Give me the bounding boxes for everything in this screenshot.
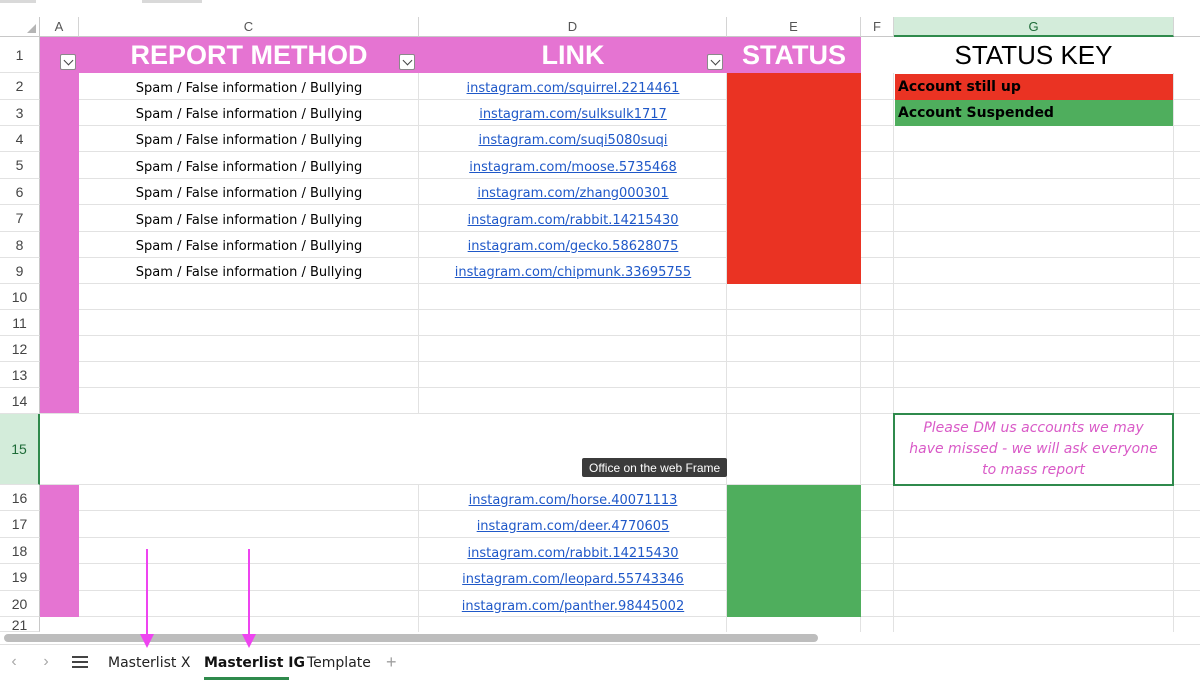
status-cells-suspended[interactable] [727,485,861,617]
header-report-method: REPORT METHOD [130,39,368,70]
active-tab-indicator [204,677,289,680]
row-header-2[interactable]: 2 [0,73,40,100]
filter-dropdown-icon[interactable] [399,54,415,70]
tab-masterlist-x[interactable]: Masterlist X [108,650,190,676]
report-method-cell[interactable]: Spam / False information / Bullying [79,101,419,127]
column-a-band-bottom [40,485,79,617]
note-text: Please DM us accounts we may have missed… [909,420,1158,478]
annotation-arrowhead [242,634,256,648]
horizontal-scrollbar-thumb[interactable] [4,634,818,642]
report-method-cell[interactable]: Spam / False information / Bullying [79,180,419,206]
link-cell[interactable]: instagram.com/suqi5080suqi [419,127,727,153]
header-status: STATUS [742,39,846,70]
status-key-still-up[interactable]: Account still up [895,74,1173,100]
link-cell[interactable]: instagram.com/squirrel.2214461 [419,75,727,101]
row-header-14[interactable]: 14 [0,388,40,414]
row-header-17[interactable]: 17 [0,511,40,538]
row-header-1[interactable]: 1 [0,37,40,73]
header-link: LINK [541,39,605,70]
report-method-cell[interactable]: Spam / False information / Bullying [79,154,419,180]
report-method-cell[interactable]: Spam / False information / Bullying [79,127,419,153]
row-header-21[interactable]: 21 [0,617,40,632]
link-cell[interactable]: instagram.com/horse.40071113 [419,487,727,513]
filter-dropdown-icon[interactable] [60,54,76,70]
row-header-18[interactable]: 18 [0,538,40,564]
link-cell[interactable]: instagram.com/deer.4770605 [419,513,727,539]
row-header-10[interactable]: 10 [0,284,40,310]
tab-template[interactable]: Template [307,650,371,676]
spreadsheet-grid[interactable]: A C D E F G 1 2 3 4 5 6 7 8 9 10 11 12 1… [0,0,1200,632]
column-header-e[interactable]: E [727,17,861,37]
row-header-4[interactable]: 4 [0,126,40,152]
row-header-9[interactable]: 9 [0,258,40,284]
annotation-arrow-masterlist-ig [248,549,250,637]
column-header-g[interactable]: G [894,17,1174,37]
report-method-cell[interactable]: Spam / False information / Bullying [79,259,419,285]
ribbon-bottom-edge [0,0,1200,17]
link-cell[interactable]: instagram.com/chipmunk.33695755 [419,259,727,285]
link-cell[interactable]: instagram.com/zhang000301 [419,180,727,206]
column-a-band-top [40,73,79,413]
hamburger-menu-icon[interactable] [72,656,88,668]
link-cell[interactable]: instagram.com/rabbit.14215430 [419,540,727,566]
column-header-d[interactable]: D [419,17,727,37]
tab-masterlist-ig[interactable]: Masterlist IG [204,650,305,676]
row-header-15[interactable]: 15 [0,414,40,485]
row-header-7[interactable]: 7 [0,205,40,232]
row-header-5[interactable]: 5 [0,152,40,179]
column-header-c[interactable]: C [79,17,419,37]
column-header-next[interactable] [1174,17,1200,37]
filter-dropdown-icon[interactable] [707,54,723,70]
link-cell[interactable]: instagram.com/panther.98445002 [419,593,727,619]
row-header-16[interactable]: 16 [0,485,40,511]
row-header-8[interactable]: 8 [0,232,40,258]
select-all-corner[interactable] [0,17,40,37]
status-key-suspended[interactable]: Account Suspended [895,100,1173,126]
note-dm-accounts[interactable]: Please DM us accounts we may have missed… [893,413,1174,486]
row-header-6[interactable]: 6 [0,179,40,205]
column-header-a[interactable]: A [40,17,79,37]
row-header-13[interactable]: 13 [0,362,40,388]
chevron-right-icon[interactable]: › [36,652,56,672]
report-method-cell[interactable]: Spam / False information / Bullying [79,207,419,233]
link-cell[interactable]: instagram.com/leopard.55743346 [419,566,727,592]
row-header-3[interactable]: 3 [0,100,40,126]
annotation-arrowhead [140,634,154,648]
report-method-cell[interactable]: Spam / False information / Bullying [79,233,419,259]
row-header-19[interactable]: 19 [0,564,40,591]
row-header-20[interactable]: 20 [0,591,40,617]
link-cell[interactable]: instagram.com/gecko.58628075 [419,233,727,259]
annotation-arrow-masterlist-x [146,549,148,637]
report-method-cell[interactable]: Spam / False information / Bullying [79,75,419,101]
frame-tooltip: Office on the web Frame [582,458,728,477]
column-header-f[interactable]: F [861,17,894,37]
link-cell[interactable]: instagram.com/rabbit.14215430 [419,207,727,233]
row-header-11[interactable]: 11 [0,310,40,336]
row-header-12[interactable]: 12 [0,336,40,362]
status-cells-still-up[interactable] [727,73,861,284]
plus-icon[interactable]: + [386,652,397,673]
link-cell[interactable]: instagram.com/sulksulk1717 [419,101,727,127]
status-key-title[interactable]: STATUS KEY [894,37,1173,73]
link-cell[interactable]: instagram.com/moose.5735468 [419,154,727,180]
chevron-left-icon[interactable]: ‹ [4,652,24,672]
